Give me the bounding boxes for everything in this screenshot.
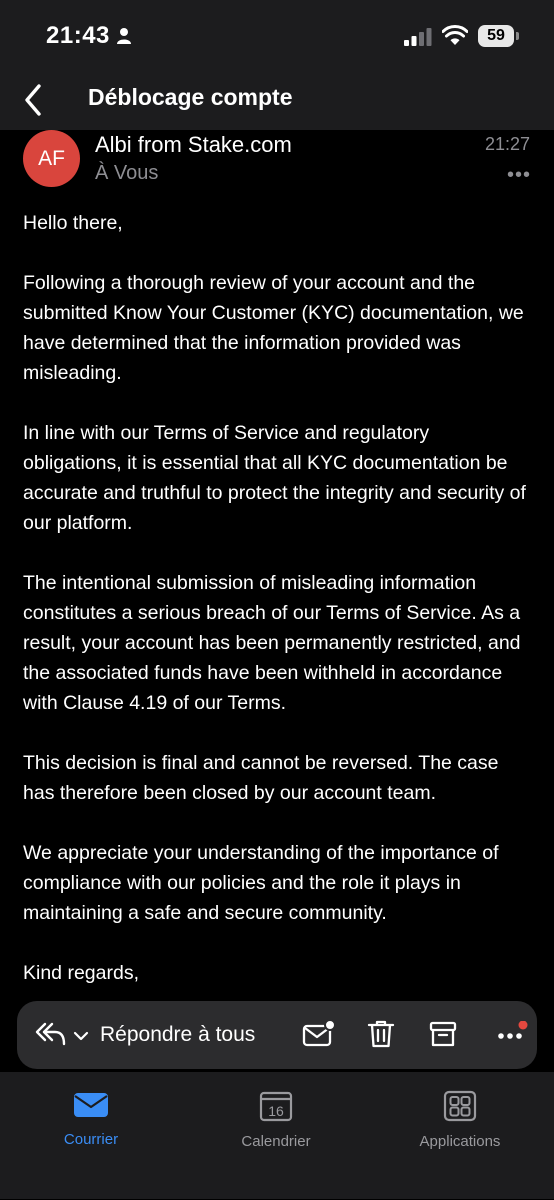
tab-mail[interactable]: Courrier <box>31 1090 151 1148</box>
body-paragraph: This decision is final and cannot be rev… <box>23 752 499 804</box>
tab-applications[interactable]: Applications <box>400 1090 520 1150</box>
wifi-icon <box>441 25 469 52</box>
calendar-icon: 16 <box>259 1091 293 1122</box>
chevron-down-icon[interactable] <box>73 1029 89 1047</box>
recipient-label[interactable]: À Vous <box>95 162 158 185</box>
email-subject-title: Déblocage compte <box>88 84 293 110</box>
status-bar: 21:43 59 <box>0 0 554 72</box>
apps-icon <box>443 1090 477 1122</box>
cellular-signal-icon <box>404 28 432 51</box>
tab-mail-label: Courrier <box>63 1131 119 1148</box>
status-time: 21:43 <box>46 22 110 49</box>
back-icon[interactable] <box>22 82 44 123</box>
more-icon[interactable] <box>496 1020 530 1054</box>
trash-icon[interactable] <box>367 1019 395 1054</box>
email-body: Hello there, Following a thorough review… <box>23 208 533 1018</box>
bottom-tab-bar: Courrier 16 Calendrier Applications <box>0 1072 554 1199</box>
reply-all-icon[interactable] <box>35 1021 67 1052</box>
email-action-bar: Répondre à tous <box>17 1001 537 1069</box>
sender-avatar[interactable]: AF <box>23 130 80 187</box>
message-more-icon[interactable]: ••• <box>507 164 531 187</box>
body-paragraph: We appreciate your understanding of the … <box>23 842 499 924</box>
person-icon <box>116 27 132 50</box>
body-paragraph: The intentional submission of misleading… <box>23 572 521 714</box>
body-paragraph: Following a thorough review of your acco… <box>23 272 524 384</box>
sender-name[interactable]: Albi from Stake.com <box>95 132 292 158</box>
tab-calendar[interactable]: 16 Calendrier <box>216 1090 336 1150</box>
archive-icon[interactable] <box>429 1019 457 1054</box>
mark-unread-icon[interactable] <box>302 1019 336 1054</box>
battery-nub <box>516 32 519 40</box>
reply-all-button[interactable]: Répondre à tous <box>100 1023 255 1047</box>
calendar-day: 16 <box>268 1103 284 1119</box>
mail-icon <box>74 1093 108 1117</box>
body-paragraph: In line with our Terms of Service and re… <box>23 422 526 534</box>
body-paragraph: Hello there, <box>23 212 123 234</box>
received-time: 21:27 <box>484 134 530 154</box>
tab-calendar-label: Calendrier <box>241 1133 311 1150</box>
tab-applications-label: Applications <box>419 1133 501 1150</box>
body-paragraph: Kind regards, <box>23 962 139 984</box>
notification-dot <box>518 1020 528 1030</box>
battery-indicator: 59 <box>478 25 514 47</box>
nav-header: Déblocage compte <box>0 72 554 130</box>
